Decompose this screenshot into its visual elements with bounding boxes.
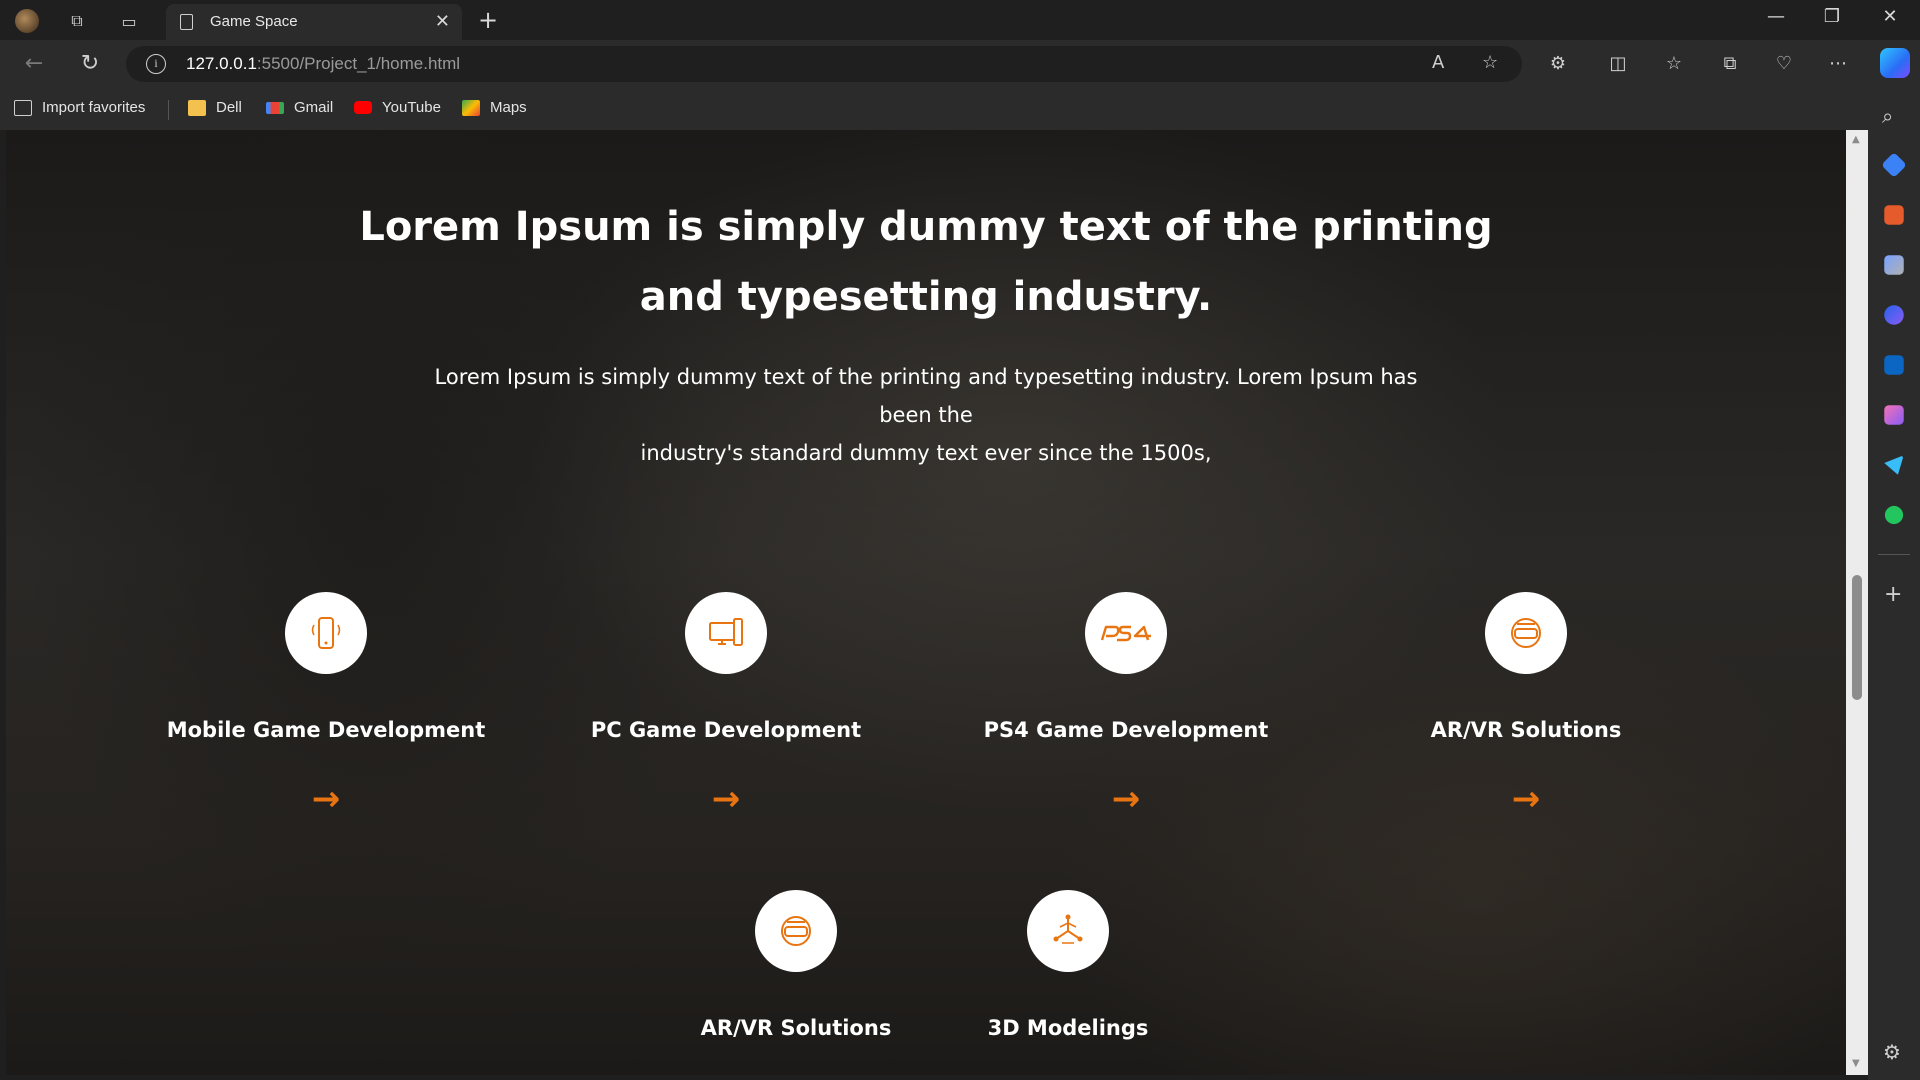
page-icon (180, 14, 193, 30)
bookmark-gmail[interactable]: Gmail (266, 99, 333, 116)
folder-icon (188, 99, 206, 116)
bookmark-dell[interactable]: Dell (188, 99, 242, 116)
tab-game-space[interactable]: Game Space ✕ (166, 4, 462, 40)
bookmark-label: Import favorites (42, 99, 146, 116)
service-card-pc[interactable]: PC Game Development → (526, 592, 926, 816)
vr-headset-icon (1511, 618, 1541, 648)
new-tab-button[interactable]: + (478, 6, 498, 34)
service-icon-circle (1485, 592, 1567, 674)
page-scrollbar[interactable]: ▲ ▼ (1846, 130, 1868, 1075)
bookmark-import-favorites[interactable]: Import favorites (14, 99, 145, 116)
service-label: PC Game Development (590, 718, 862, 742)
designer-icon[interactable] (1884, 405, 1904, 425)
browser-essentials-icon[interactable]: ♡ (1770, 50, 1798, 78)
scroll-down-icon[interactable]: ▼ (1852, 1058, 1860, 1069)
edge-sidebar: ⌕ + ⚙ (1868, 88, 1920, 1080)
tab-title: Game Space (210, 13, 298, 30)
minimize-button[interactable]: — (1756, 6, 1796, 27)
service-card-mobile[interactable]: Mobile Game Development → (126, 592, 526, 816)
tab-bar: ⧉ ▭ Game Space ✕ + — ❐ ✕ (0, 0, 1920, 40)
maps-icon (462, 99, 480, 116)
service-icon-circle (1027, 890, 1109, 972)
hero-title-line1: Lorem Ipsum is simply dummy text of the … (359, 204, 1493, 250)
bookmark-youtube[interactable]: YouTube (354, 99, 441, 116)
add-sidebar-app-icon[interactable]: + (1884, 582, 1902, 607)
service-card-arvr[interactable]: AR/VR Solutions → (1326, 592, 1726, 816)
scrollbar-thumb[interactable] (1852, 575, 1862, 700)
collections-icon[interactable]: ⧉ (1716, 50, 1744, 78)
bookmark-divider (168, 100, 169, 120)
read-aloud-icon[interactable]: A (1432, 52, 1444, 73)
gmail-icon (266, 101, 284, 114)
close-tab-icon[interactable]: ✕ (435, 11, 450, 32)
service-icon-circle (755, 890, 837, 972)
service-label: PS4 Game Development (983, 718, 1269, 742)
back-button[interactable]: ← (20, 50, 48, 78)
microsoft-365-icon[interactable] (1884, 305, 1904, 325)
bookmark-label: YouTube (382, 99, 441, 116)
pc-icon (709, 618, 743, 646)
tools-icon[interactable] (1884, 205, 1904, 225)
url-text[interactable]: 127.0.0.1:5500/Project_1/home.html (186, 54, 460, 74)
arrow-right-icon[interactable]: → (1326, 782, 1726, 816)
3d-model-icon (1053, 914, 1083, 944)
service-label: Mobile Game Development (166, 718, 486, 742)
extensions-icon[interactable]: ⚙ (1544, 50, 1572, 78)
tree-icon[interactable] (1884, 505, 1904, 525)
bookmarks-bar: Import favorites Dell Gmail YouTube Maps (0, 88, 1880, 130)
shopping-tag-icon[interactable] (1881, 152, 1907, 178)
youtube-icon (354, 101, 372, 114)
mobile-icon (311, 617, 341, 649)
site-info-icon[interactable]: i (146, 54, 166, 74)
bookmark-label: Gmail (294, 99, 334, 116)
arrow-right-icon[interactable]: → (926, 782, 1326, 816)
more-options-icon[interactable]: ⋯ (1824, 50, 1852, 78)
address-bar[interactable]: i 127.0.0.1:5500/Project_1/home.html A ☆ (126, 46, 1522, 82)
split-screen-icon[interactable]: ◫ (1604, 50, 1632, 78)
service-icon-circle (285, 592, 367, 674)
favorite-star-icon[interactable]: ☆ (1482, 52, 1498, 73)
ps4-icon (1100, 625, 1151, 642)
bookmark-label: Maps (490, 99, 527, 116)
scroll-up-icon[interactable]: ▲ (1852, 134, 1860, 145)
hero-description-line1: Lorem Ipsum is simply dummy text of the … (434, 365, 1418, 427)
vertical-tabs-icon[interactable]: ▭ (116, 8, 142, 34)
outlook-icon[interactable] (1884, 355, 1904, 375)
url-host: 127.0.0.1 (186, 54, 257, 73)
url-path: :5500/Project_1/home.html (256, 54, 461, 73)
service-label: AR/VR Solutions (1430, 718, 1622, 742)
hero-title: Lorem Ipsum is simply dummy text of the … (6, 192, 1846, 332)
profile-avatar[interactable] (14, 8, 40, 34)
sidebar-divider (1878, 554, 1910, 555)
sidebar-settings-icon[interactable]: ⚙ (1883, 1040, 1901, 1064)
service-card-ps4[interactable]: PS4 Game Development → (926, 592, 1326, 816)
restore-button[interactable]: ❐ (1812, 6, 1852, 27)
copilot-icon[interactable] (1880, 48, 1910, 78)
page-viewport: Lorem Ipsum is simply dummy text of the … (6, 130, 1846, 1075)
arrow-right-icon[interactable]: → (126, 782, 526, 816)
refresh-button[interactable]: ↻ (76, 50, 104, 78)
close-window-button[interactable]: ✕ (1870, 6, 1910, 27)
navigation-bar: ← ↻ i 127.0.0.1:5500/Project_1/home.html… (0, 40, 1920, 88)
bookmark-label: Dell (216, 99, 242, 116)
bookmark-maps[interactable]: Maps (462, 99, 527, 116)
vr-headset-icon (781, 916, 811, 946)
drop-icon[interactable] (1884, 455, 1904, 475)
service-card-3d-modeling[interactable]: 3D Modelings (868, 890, 1268, 1040)
service-label: 3D Modelings (987, 1016, 1149, 1040)
search-icon[interactable]: ⌕ (1882, 104, 1893, 128)
browser-chrome: ⧉ ▭ Game Space ✕ + — ❐ ✕ ← ↻ i 127.0.0.1… (0, 0, 1920, 130)
games-icon[interactable] (1884, 255, 1904, 275)
hero-description-line2: industry's standard dummy text ever sinc… (640, 441, 1212, 465)
favorites-icon[interactable]: ☆ (1660, 50, 1688, 78)
service-icon-circle (1085, 592, 1167, 674)
service-icon-circle (685, 592, 767, 674)
hero-description: Lorem Ipsum is simply dummy text of the … (406, 358, 1446, 472)
workspaces-icon[interactable]: ⧉ (64, 8, 90, 34)
hero-title-line2: and typesetting industry. (639, 274, 1213, 320)
arrow-right-icon[interactable]: → (526, 782, 926, 816)
import-icon (14, 99, 32, 116)
